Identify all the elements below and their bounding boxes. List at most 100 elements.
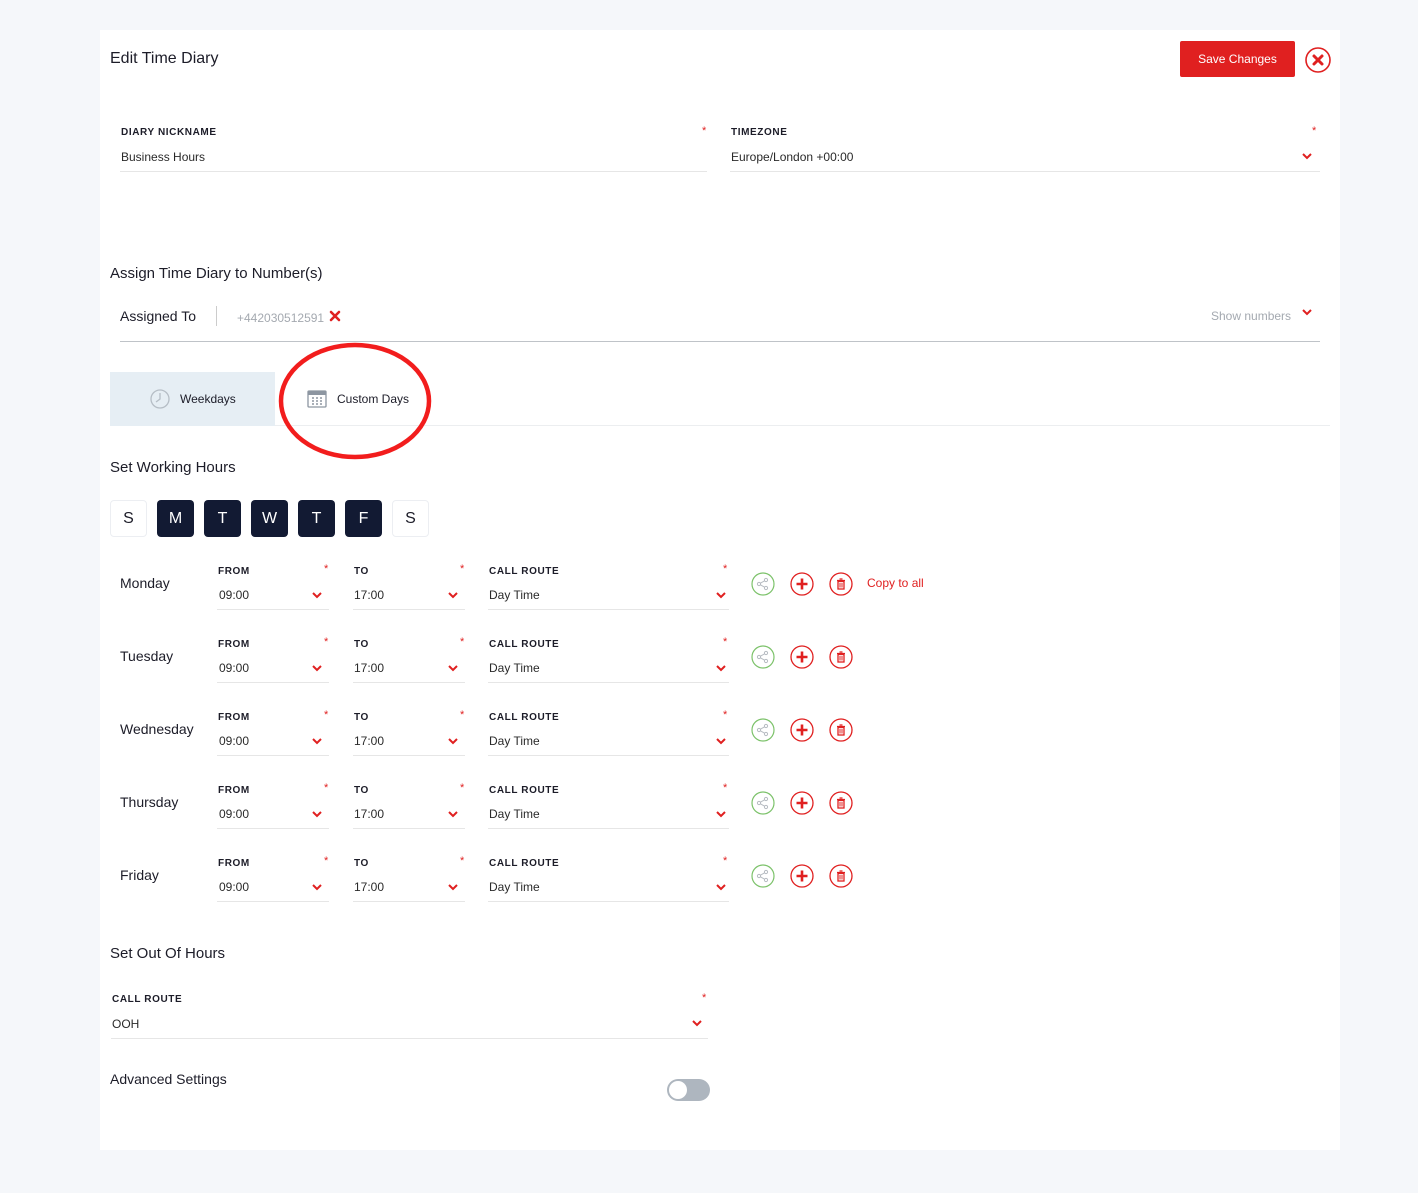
- day-toggle-thursday[interactable]: T: [298, 500, 335, 537]
- chevron-down-icon: [692, 1020, 702, 1027]
- from-label: FROM: [218, 639, 250, 650]
- chevron-down-icon[interactable]: [1302, 309, 1312, 316]
- highlight-circle-annotation: [278, 342, 432, 460]
- required-marker: *: [723, 709, 728, 721]
- close-icon: [1305, 47, 1331, 73]
- save-changes-button[interactable]: Save Changes: [1180, 41, 1295, 77]
- advanced-settings-toggle[interactable]: [667, 1079, 710, 1101]
- to-value: 17:00: [354, 661, 385, 675]
- field-underline: [488, 682, 729, 683]
- add-icon[interactable]: [790, 791, 814, 815]
- chevron-down-icon: [312, 665, 322, 672]
- chevron-down-icon: [448, 811, 458, 818]
- day-name: Wednesday: [120, 721, 194, 737]
- chevron-down-icon: [448, 884, 458, 891]
- field-underline: [353, 682, 465, 683]
- call-route-label: CALL ROUTE: [112, 994, 183, 1005]
- required-marker: *: [324, 855, 329, 867]
- field-underline: [353, 901, 465, 902]
- add-icon[interactable]: [790, 645, 814, 669]
- required-marker: *: [460, 709, 465, 721]
- field-underline: [217, 901, 329, 902]
- share-icon[interactable]: [751, 645, 775, 669]
- share-icon[interactable]: [751, 572, 775, 596]
- from-label: FROM: [218, 785, 250, 796]
- required-marker: *: [460, 782, 465, 794]
- day-toggle-monday[interactable]: M: [157, 500, 194, 537]
- field-underline: [353, 609, 465, 610]
- assign-section-title: Assign Time Diary to Number(s): [110, 265, 323, 282]
- call-route-label: CALL ROUTE: [489, 566, 560, 577]
- to-value: 17:00: [354, 807, 385, 821]
- show-numbers-link[interactable]: Show numbers: [1211, 309, 1291, 323]
- chevron-down-icon: [1302, 153, 1312, 160]
- day-toggle-tuesday[interactable]: T: [204, 500, 241, 537]
- chevron-down-icon: [448, 592, 458, 599]
- to-label: TO: [354, 639, 369, 650]
- day-name: Friday: [120, 867, 159, 883]
- clock-icon: [150, 389, 170, 409]
- chevron-down-icon: [716, 665, 726, 672]
- working-hours-title: Set Working Hours: [110, 459, 236, 476]
- share-icon[interactable]: [751, 791, 775, 815]
- required-marker: *: [324, 782, 329, 794]
- field-underline: [730, 171, 1320, 172]
- chevron-down-icon: [716, 592, 726, 599]
- required-marker: *: [723, 636, 728, 648]
- trash-icon[interactable]: [829, 864, 853, 888]
- day-toggle-friday[interactable]: F: [345, 500, 382, 537]
- working-hours-row: Monday FROM * 09:00 TO * 17:00 CALL ROUT…: [100, 560, 1000, 620]
- field-underline: [353, 828, 465, 829]
- from-value: 09:00: [219, 880, 250, 894]
- toggle-knob: [669, 1081, 687, 1099]
- call-route-label: CALL ROUTE: [489, 785, 560, 796]
- edit-time-diary-panel: Edit Time Diary Save Changes DIARY NICKN…: [100, 30, 1340, 1150]
- trash-icon[interactable]: [829, 572, 853, 596]
- from-value: 09:00: [219, 588, 250, 602]
- tab-weekdays-label: Weekdays: [180, 392, 236, 406]
- close-button[interactable]: [1304, 46, 1332, 74]
- trash-icon[interactable]: [829, 791, 853, 815]
- chevron-down-icon: [448, 665, 458, 672]
- field-underline: [353, 755, 465, 756]
- chevron-down-icon: [716, 738, 726, 745]
- day-name: Monday: [120, 575, 170, 591]
- add-icon[interactable]: [790, 864, 814, 888]
- field-underline: [488, 755, 729, 756]
- add-icon[interactable]: [790, 572, 814, 596]
- timezone-value: Europe/London +00:00: [731, 150, 854, 164]
- call-route-value: Day Time: [489, 807, 540, 821]
- divider: [216, 306, 217, 326]
- day-toggle-wednesday[interactable]: W: [251, 500, 288, 537]
- share-icon[interactable]: [751, 864, 775, 888]
- assigned-number: +442030512591: [237, 311, 325, 325]
- advanced-settings-label: Advanced Settings: [110, 1071, 227, 1087]
- copy-to-all-link[interactable]: Copy to all: [867, 576, 924, 590]
- to-value: 17:00: [354, 588, 385, 602]
- from-value: 09:00: [219, 807, 250, 821]
- required-marker: *: [702, 125, 707, 137]
- required-marker: *: [460, 636, 465, 648]
- share-icon[interactable]: [751, 718, 775, 742]
- required-marker: *: [324, 636, 329, 648]
- chevron-down-icon: [312, 592, 322, 599]
- day-name: Thursday: [120, 794, 179, 810]
- to-label: TO: [354, 566, 369, 577]
- field-underline: [217, 755, 329, 756]
- required-marker: *: [702, 992, 707, 1004]
- tab-weekdays[interactable]: Weekdays: [110, 372, 275, 426]
- call-route-value: Day Time: [489, 661, 540, 675]
- call-route-value: OOH: [112, 1017, 140, 1031]
- remove-number-icon[interactable]: [329, 310, 341, 322]
- add-icon[interactable]: [790, 718, 814, 742]
- trash-icon[interactable]: [829, 645, 853, 669]
- assigned-number-chip: +442030512591: [237, 311, 324, 325]
- from-value: 09:00: [219, 734, 250, 748]
- field-underline: [217, 682, 329, 683]
- day-toggle-sunday[interactable]: S: [110, 500, 147, 537]
- trash-icon[interactable]: [829, 718, 853, 742]
- required-marker: *: [460, 855, 465, 867]
- chevron-down-icon: [716, 811, 726, 818]
- field-underline: [217, 609, 329, 610]
- day-toggle-saturday[interactable]: S: [392, 500, 429, 537]
